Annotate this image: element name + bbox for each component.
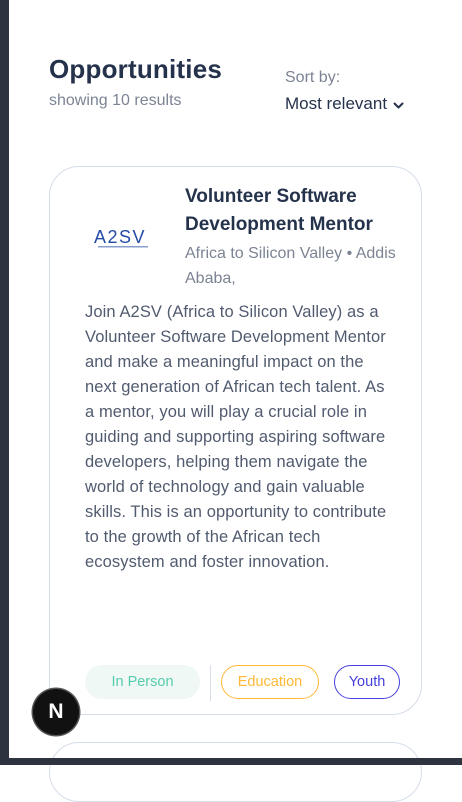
sort-value: Most relevant — [285, 94, 388, 113]
job-meta: Africa to Silicon Valley • Addis Ababa, — [185, 241, 400, 291]
tag-education[interactable]: Education — [221, 665, 319, 699]
tag-divider — [210, 665, 211, 701]
job-description: Join A2SV (Africa to Silicon Valley) as … — [85, 303, 387, 571]
tag-youth[interactable]: Youth — [334, 665, 400, 699]
results-count: showing 10 results — [49, 92, 182, 109]
company-logo: A2SV — [94, 227, 152, 251]
tag-list: In Person Education Youth — [85, 665, 405, 701]
sort-dropdown[interactable]: Most relevant — [285, 93, 404, 115]
company-name: Africa to Silicon Valley — [185, 245, 343, 262]
job-title[interactable]: Volunteer Software Development Mentor — [185, 183, 415, 239]
bottom-edge-bar — [0, 758, 462, 765]
left-edge-bar — [0, 0, 9, 765]
opportunity-card[interactable]: A2SV Volunteer Software Development Ment… — [49, 166, 422, 715]
sort-label: Sort by: — [285, 69, 341, 86]
chevron-down-icon — [393, 95, 404, 115]
page-title: Opportunities — [49, 54, 223, 84]
dev-badge-letter: N — [48, 700, 64, 723]
dev-tools-badge[interactable]: N — [33, 689, 79, 735]
opportunity-card-next[interactable] — [49, 742, 422, 802]
tag-in-person[interactable]: In Person — [85, 665, 200, 699]
meta-separator: • — [346, 245, 353, 262]
logo-text: A2SV — [94, 227, 146, 247]
